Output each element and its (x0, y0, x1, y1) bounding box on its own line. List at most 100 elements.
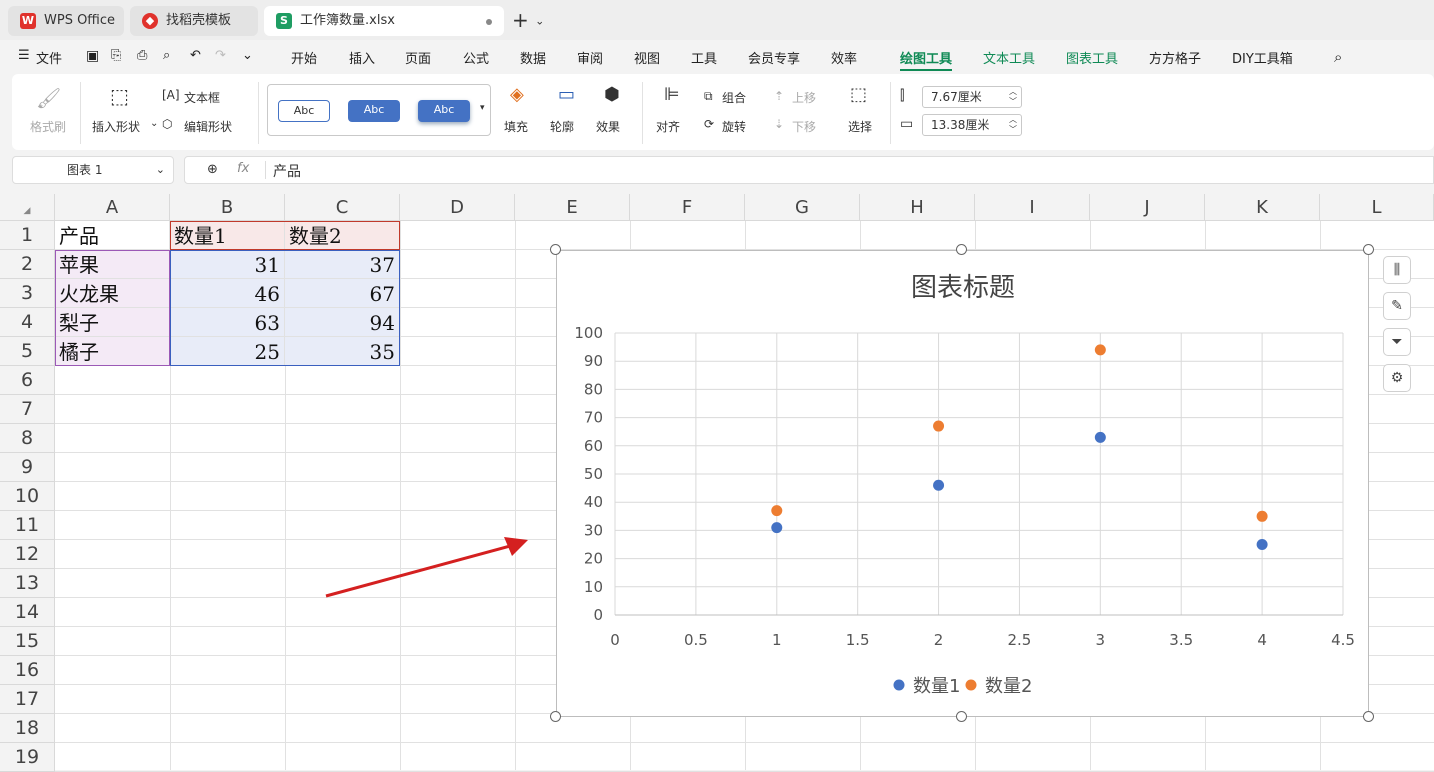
formula-input[interactable]: ⊕ fx 产品 (184, 156, 1434, 184)
menu-file[interactable]: 文件 (36, 48, 62, 67)
quantity-cell[interactable]: 67 (285, 279, 400, 308)
row-header-16[interactable]: 16 (0, 656, 55, 685)
row-header-3[interactable]: 3 (0, 279, 55, 308)
quantity-cell[interactable]: 37 (285, 250, 400, 279)
chart-elements-icon[interactable]: ⫼ (1383, 256, 1411, 284)
menu-page[interactable]: 页面 (405, 48, 431, 67)
column-header-i[interactable]: I (975, 194, 1090, 221)
quantity-cell[interactable]: 35 (285, 337, 400, 366)
chevron-down-icon[interactable]: ⌄ (535, 15, 544, 28)
row-header-11[interactable]: 11 (0, 511, 55, 540)
fill-bucket-icon[interactable]: ◈ (510, 84, 524, 105)
chevron-down-icon[interactable]: ⌄ (156, 157, 165, 183)
insert-shape-button[interactable]: 插入形状 (92, 118, 140, 135)
effect-cube-icon[interactable]: ⬢ (604, 84, 620, 105)
menu-efficiency[interactable]: 效率 (831, 48, 857, 67)
product-cell[interactable]: 苹果 (55, 250, 170, 279)
select-all-corner[interactable]: ◢ (0, 194, 55, 221)
resize-handle[interactable] (1363, 711, 1374, 722)
scatter-chart[interactable]: 图表标题 0 0.5 1 1.5 2 2.5 3 3.5 4 4.5 0 10 20 30 40 50 60 70 8… (556, 250, 1369, 717)
row-header-18[interactable]: 18 (0, 714, 55, 743)
select-pointer-icon[interactable]: ⬚ (850, 84, 867, 105)
menu-view[interactable]: 视图 (634, 48, 660, 67)
menu-tools[interactable]: 工具 (691, 48, 717, 67)
row-header-9[interactable]: 9 (0, 453, 55, 482)
outline-icon[interactable]: ▭ (558, 84, 575, 105)
header-cell[interactable]: 产品 (55, 221, 170, 250)
align-icon[interactable]: ⊫ (664, 84, 680, 105)
text-box-button[interactable]: 文本框 (184, 89, 220, 106)
row-header-1[interactable]: 1 (0, 221, 55, 250)
menu-home[interactable]: 开始 (291, 48, 317, 67)
hamburger-icon[interactable]: ☰ (18, 48, 30, 63)
column-header-a[interactable]: A (55, 194, 170, 221)
shape-width-input[interactable]: 13.38厘米 ︿ ﹀ (922, 114, 1022, 136)
fx-icon[interactable]: fx (237, 161, 249, 176)
column-header-g[interactable]: G (745, 194, 860, 221)
outline-button[interactable]: 轮廓 (550, 118, 574, 135)
menu-member[interactable]: 会员专享 (748, 48, 800, 67)
chevron-down-icon[interactable]: ⌄ (150, 118, 158, 129)
column-header-l[interactable]: L (1320, 194, 1434, 221)
row-header-10[interactable]: 10 (0, 482, 55, 511)
row-header-19[interactable]: 19 (0, 743, 55, 772)
chart-style-brush-icon[interactable]: ✎ (1383, 292, 1411, 320)
quantity-cell[interactable]: 46 (170, 279, 285, 308)
header-cell[interactable]: 数量2 (285, 221, 400, 250)
spinner-icon[interactable]: ︿ ﹀ (1009, 115, 1017, 135)
menu-diy-toolbox[interactable]: DIY工具箱 (1232, 48, 1293, 67)
row-header-13[interactable]: 13 (0, 569, 55, 598)
menu-drawing-tools[interactable]: 绘图工具 (900, 48, 952, 67)
menu-formula[interactable]: 公式 (463, 48, 489, 67)
header-cell[interactable]: 数量1 (170, 221, 285, 250)
resize-handle[interactable] (550, 711, 561, 722)
search-icon[interactable]: ⌕ (1334, 48, 1342, 66)
column-header-c[interactable]: C (285, 194, 400, 221)
format-painter-icon[interactable]: 🖌 (36, 86, 61, 110)
resize-handle[interactable] (1363, 244, 1374, 255)
fill-button[interactable]: 填充 (504, 118, 528, 135)
quick-access-dropdown-icon[interactable]: ⌄ (242, 48, 253, 63)
resize-handle[interactable] (550, 244, 561, 255)
product-cell[interactable]: 橘子 (55, 337, 170, 366)
spinner-icon[interactable]: ︿ ﹀ (1009, 87, 1017, 107)
product-cell[interactable]: 火龙果 (55, 279, 170, 308)
row-header-6[interactable]: 6 (0, 366, 55, 395)
edit-shape-button[interactable]: 编辑形状 (184, 118, 232, 135)
row-header-2[interactable]: 2 (0, 250, 55, 279)
group-button[interactable]: 组合 (722, 89, 746, 106)
move-up-icon[interactable]: ⇡ (774, 89, 784, 103)
move-up-button[interactable]: 上移 (792, 89, 816, 106)
product-cell[interactable]: 梨子 (55, 308, 170, 337)
row-header-14[interactable]: 14 (0, 598, 55, 627)
style-sample-filled[interactable]: Abc (348, 100, 400, 122)
menu-data[interactable]: 数据 (520, 48, 546, 67)
style-sample-outline[interactable]: Abc (278, 100, 330, 122)
column-header-e[interactable]: E (515, 194, 630, 221)
name-box[interactable]: 图表 1 ⌄ (12, 156, 174, 184)
tab-docer-templates[interactable]: ◆ 找稻壳模板 (130, 6, 258, 36)
row-header-15[interactable]: 15 (0, 627, 55, 656)
menu-fangfang[interactable]: 方方格子 (1149, 48, 1201, 67)
insert-shape-icon[interactable]: ⬚ (110, 84, 129, 108)
save-icon[interactable]: ▣ (86, 48, 99, 64)
style-sample-shadow[interactable]: Abc (418, 100, 470, 122)
resize-handle[interactable] (956, 711, 967, 722)
format-painter-button[interactable]: 格式刷 (30, 118, 66, 135)
column-header-j[interactable]: J (1090, 194, 1205, 221)
zoom-icon[interactable]: ⊕ (207, 162, 218, 177)
row-header-12[interactable]: 12 (0, 540, 55, 569)
textbox-icon[interactable]: [A] (162, 88, 180, 102)
column-header-b[interactable]: B (170, 194, 285, 221)
print-preview-icon[interactable]: ⌕ (163, 48, 170, 63)
column-header-f[interactable]: F (630, 194, 745, 221)
row-header-8[interactable]: 8 (0, 424, 55, 453)
menu-insert[interactable]: 插入 (349, 48, 375, 67)
row-header-7[interactable]: 7 (0, 395, 55, 424)
select-button[interactable]: 选择 (848, 118, 872, 135)
menu-review[interactable]: 审阅 (577, 48, 603, 67)
row-header-4[interactable]: 4 (0, 308, 55, 337)
chart-filter-icon[interactable]: ⏷ (1383, 328, 1411, 356)
quantity-cell[interactable]: 94 (285, 308, 400, 337)
column-header-d[interactable]: D (400, 194, 515, 221)
